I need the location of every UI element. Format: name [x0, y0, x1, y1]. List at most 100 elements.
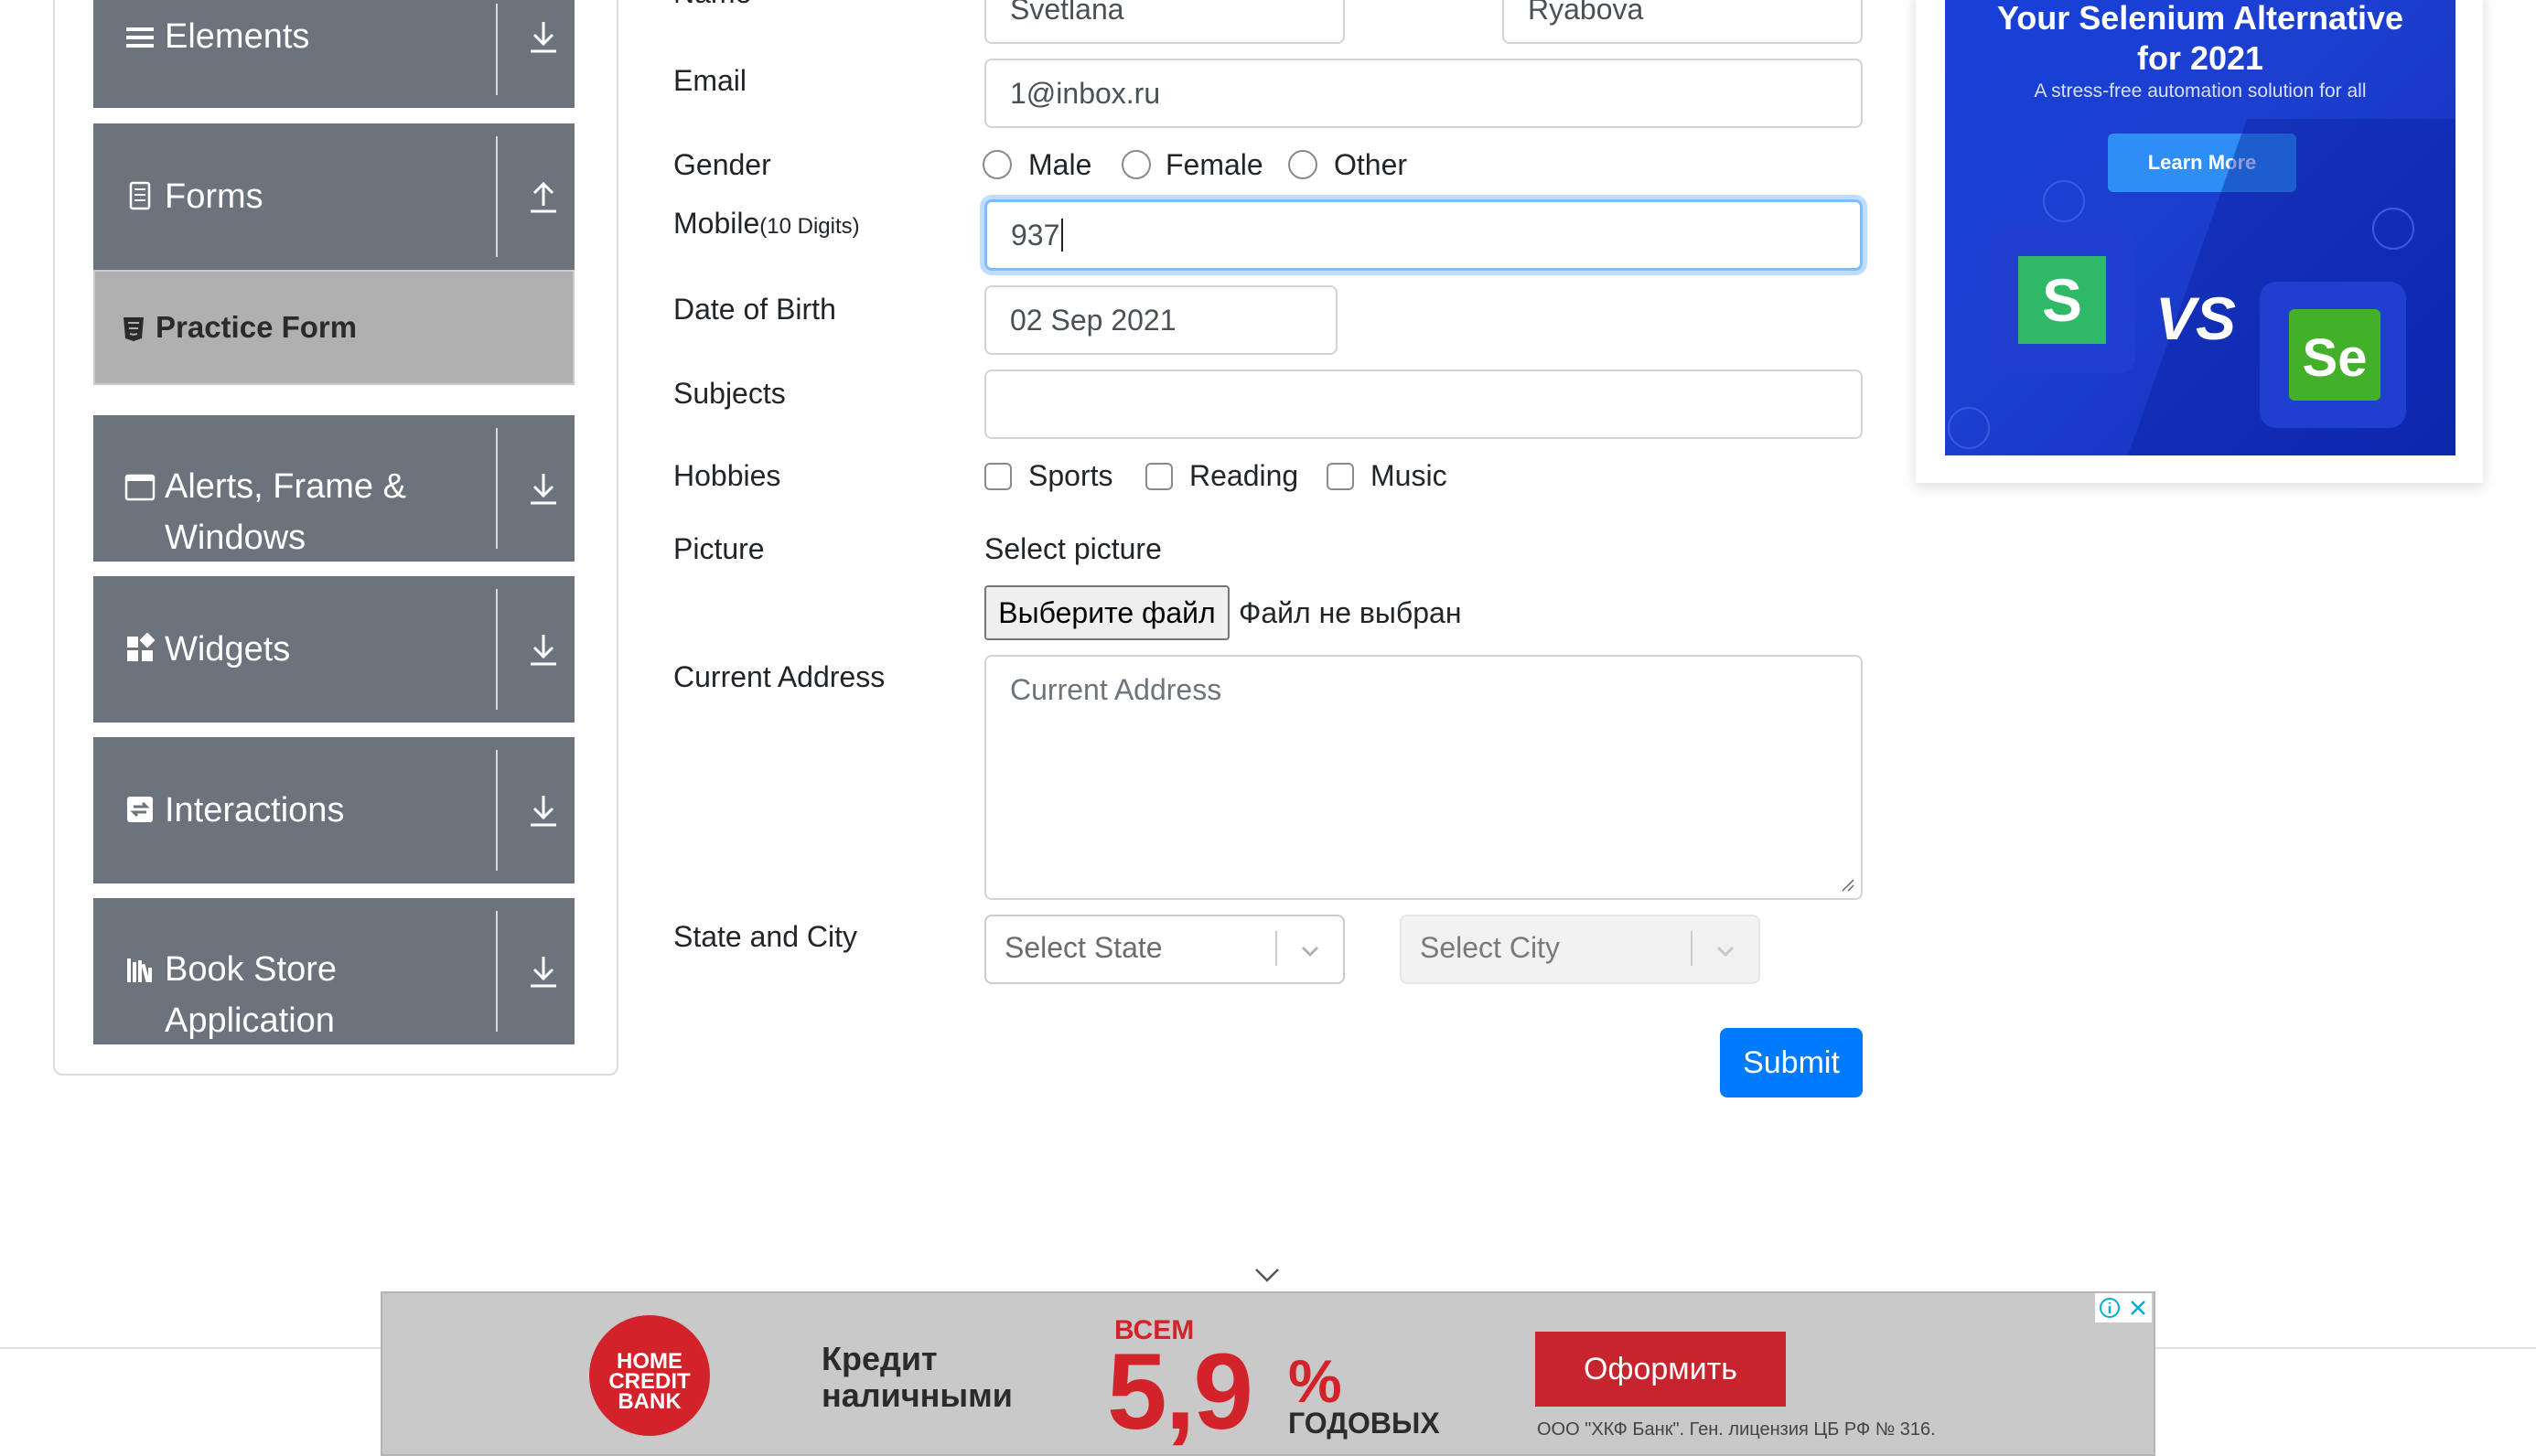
- gender-label: Gender: [673, 148, 771, 181]
- sidebar-group-elements[interactable]: Elements: [93, 0, 575, 108]
- text-cursor: [1061, 219, 1064, 252]
- sidebar-group-interactions[interactable]: Interactions: [93, 737, 575, 883]
- sidebar-group-label: Forms: [165, 177, 263, 216]
- hobby-reading-label[interactable]: Reading: [1189, 459, 1298, 493]
- hobbies-label: Hobbies: [673, 459, 781, 492]
- ad-legal-text: ООО "ХКФ Банк". Ген. лицензия ЦБ РФ № 31…: [1537, 1419, 1936, 1440]
- divider: [496, 136, 498, 257]
- ad-percent: %: [1288, 1347, 1342, 1415]
- ad-credit-text: Кредит наличными: [822, 1341, 1013, 1414]
- sidebar-group-label-line2: Windows: [165, 519, 306, 557]
- picture-label: Picture: [673, 532, 765, 565]
- widgets-icon: [127, 633, 156, 661]
- select-separator: [1691, 931, 1692, 966]
- current-address-textarea[interactable]: Current Address: [984, 655, 1863, 900]
- ad-right-banner[interactable]: Your Selenium Alternative for 2021 A str…: [1945, 0, 2455, 455]
- hobby-sports-checkbox[interactable]: [984, 463, 1012, 490]
- info-icon[interactable]: [2099, 1297, 2121, 1319]
- mobile-label: Mobile(10 Digits): [673, 207, 860, 241]
- divider: [496, 589, 498, 710]
- address-label: Current Address: [673, 660, 886, 693]
- divider: [496, 750, 498, 871]
- gender-male-radio[interactable]: [983, 150, 1012, 179]
- email-input[interactable]: 1@inbox.ru: [984, 59, 1863, 128]
- arrow-down-icon[interactable]: [523, 790, 564, 830]
- sidebar-group-forms[interactable]: Forms: [93, 123, 575, 270]
- sidebar-group-book-store[interactable]: Book Store Application: [93, 898, 575, 1044]
- state-select[interactable]: Select State: [984, 915, 1345, 984]
- last-name-input[interactable]: Ryabova: [1502, 0, 1863, 44]
- arrow-down-icon[interactable]: [523, 951, 564, 991]
- home-credit-logo: HOME CREDIT BANK: [589, 1315, 710, 1436]
- arrow-down-icon[interactable]: [523, 629, 564, 669]
- sidebar-group-label: Book Store: [165, 950, 337, 989]
- sidebar-group-label: Interactions: [165, 791, 345, 830]
- sidebar-group-label-line2: Application: [165, 1001, 335, 1040]
- subjects-label: Subjects: [673, 377, 786, 410]
- versus-text: VS: [2155, 284, 2237, 352]
- name-label: Name: [673, 0, 751, 10]
- divider: [496, 4, 498, 95]
- gender-female-radio[interactable]: [1122, 150, 1151, 179]
- chevron-down-icon[interactable]: [1711, 937, 1740, 966]
- ad-credit-line2: наличными: [822, 1376, 1013, 1414]
- mobile-value: 937: [1011, 218, 1060, 252]
- bookstore-icon: [127, 958, 152, 983]
- submit-button[interactable]: Submit: [1720, 1028, 1863, 1097]
- file-status: Файл не выбран: [1239, 596, 1462, 629]
- hobby-reading-checkbox[interactable]: [1145, 463, 1173, 490]
- sidebar-group-widgets[interactable]: Widgets: [93, 576, 575, 723]
- hobby-music-checkbox[interactable]: [1327, 463, 1354, 490]
- choose-file-button[interactable]: Выберите файл: [984, 585, 1230, 640]
- html5-icon: [124, 317, 144, 341]
- selenium-logo-text: Se: [2302, 328, 2368, 388]
- resize-grip-icon[interactable]: [1841, 878, 1855, 893]
- ad-rate: 5,9: [1107, 1332, 1253, 1452]
- state-city-label: State and City: [673, 920, 857, 953]
- picture-hint: Select picture: [984, 532, 1162, 565]
- gender-other-radio[interactable]: [1288, 150, 1317, 179]
- hobby-sports-label[interactable]: Sports: [1028, 459, 1112, 493]
- select-separator: [1275, 931, 1277, 966]
- chevron-down-icon[interactable]: [1253, 1266, 1281, 1284]
- window-icon: [124, 474, 156, 501]
- dob-label: Date of Birth: [673, 293, 836, 326]
- address-placeholder: Current Address: [1010, 673, 1222, 706]
- mobile-hint: (10 Digits): [759, 214, 860, 239]
- gender-other-label[interactable]: Other: [1334, 148, 1407, 182]
- city-placeholder: Select City: [1420, 931, 1560, 964]
- gender-female-label[interactable]: Female: [1166, 148, 1263, 182]
- logo-line: BANK: [618, 1389, 682, 1414]
- document-icon: [129, 181, 151, 210]
- sidebar-group-alerts[interactable]: Alerts, Frame & Windows: [93, 415, 575, 562]
- mobile-input[interactable]: 937: [984, 199, 1863, 271]
- gender-male-label[interactable]: Male: [1028, 148, 1091, 182]
- ad-bottom-banner[interactable]: HOME CREDIT BANK Кредит наличными ВСЕМ 5…: [381, 1291, 2155, 1456]
- email-label: Email: [673, 64, 747, 97]
- dob-input[interactable]: 02 Sep 2021: [984, 285, 1338, 355]
- sidebar-group-label: Elements: [165, 17, 310, 56]
- ad-apply-button[interactable]: Оформить: [1535, 1332, 1786, 1407]
- hamburger-icon: [126, 27, 154, 48]
- sidebar-item-practice-form[interactable]: Practice Form: [93, 270, 575, 385]
- arrow-up-icon[interactable]: [523, 177, 564, 217]
- ad-annual: ГОДОВЫХ: [1288, 1407, 1440, 1440]
- hobby-music-label[interactable]: Music: [1370, 459, 1447, 493]
- sidebar-group-label: Alerts, Frame &: [165, 467, 406, 506]
- sidebar-group-label: Widgets: [165, 630, 291, 669]
- arrow-down-icon[interactable]: [523, 468, 564, 509]
- close-icon[interactable]: [2128, 1298, 2148, 1318]
- katalon-logo-letter: S: [2041, 266, 2083, 334]
- first-name-input[interactable]: Svetlana: [984, 0, 1345, 44]
- subjects-input[interactable]: [984, 369, 1863, 439]
- ad-choices[interactable]: [2095, 1293, 2152, 1322]
- state-placeholder: Select State: [1005, 931, 1163, 964]
- interactions-icon: [127, 797, 153, 822]
- divider: [496, 911, 498, 1032]
- mobile-label-text: Mobile: [673, 207, 760, 240]
- divider: [496, 428, 498, 549]
- chevron-down-icon[interactable]: [1295, 937, 1325, 966]
- city-select[interactable]: Select City: [1400, 915, 1760, 984]
- sidebar-item-label: Practice Form: [156, 310, 358, 344]
- arrow-down-icon[interactable]: [523, 16, 564, 57]
